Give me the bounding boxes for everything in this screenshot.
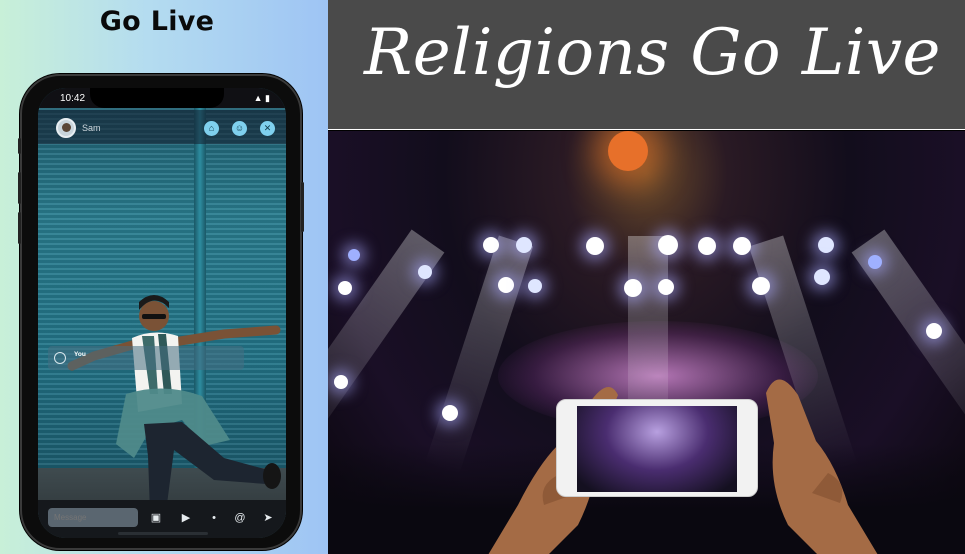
go-live-title: Go Live bbox=[99, 6, 215, 37]
host-name[interactable]: Sam bbox=[82, 123, 101, 133]
stage-light bbox=[698, 237, 716, 255]
stage-light bbox=[338, 281, 352, 295]
commenter-name: You bbox=[74, 351, 86, 358]
close-icon[interactable]: ✕ bbox=[260, 121, 275, 136]
stage-light bbox=[348, 249, 360, 261]
mic-icon[interactable]: • bbox=[206, 510, 222, 526]
go-live-panel: Go Live 10:42 ▲ ▮ Sam ⌂ ☺ ✕ You Message … bbox=[0, 0, 328, 554]
live-bottom-bar: ▣ ▶ • @ ➤ bbox=[38, 500, 286, 538]
stage-light bbox=[624, 279, 642, 297]
stage-light bbox=[483, 237, 499, 253]
stage-light bbox=[814, 269, 830, 285]
stage-light bbox=[752, 277, 770, 295]
stage-light bbox=[334, 375, 348, 389]
status-bar: 10:42 ▲ ▮ bbox=[38, 88, 286, 108]
message-input[interactable] bbox=[48, 508, 138, 527]
send-icon[interactable]: ➤ bbox=[260, 510, 276, 526]
shop-icon[interactable]: ⌂ bbox=[204, 121, 219, 136]
stage-light bbox=[516, 237, 532, 253]
stage-light bbox=[658, 235, 678, 255]
religions-go-live-title: Religions Go Live bbox=[364, 16, 941, 90]
stage-light bbox=[418, 265, 432, 279]
mention-icon[interactable]: @ bbox=[232, 510, 248, 526]
clock: 10:42 bbox=[60, 93, 86, 104]
host-avatar[interactable] bbox=[56, 118, 76, 138]
dancing-man-image bbox=[67, 295, 281, 525]
stage-light bbox=[818, 237, 834, 253]
title-banner: Religions Go Live bbox=[328, 0, 965, 130]
user-icon[interactable]: ☺ bbox=[232, 121, 247, 136]
phone-volume-up bbox=[18, 172, 21, 204]
video-icon[interactable]: ▶ bbox=[178, 510, 194, 526]
stage-light bbox=[528, 279, 542, 293]
smartphone-mockup: 10:42 ▲ ▮ Sam ⌂ ☺ ✕ You ▣ ▶ • bbox=[18, 74, 304, 550]
live-header: Sam ⌂ ☺ ✕ bbox=[38, 110, 286, 144]
signal-battery-icon: ▲ ▮ bbox=[253, 93, 270, 103]
live-comment: You bbox=[48, 346, 244, 370]
stage-light bbox=[926, 323, 942, 339]
phone-mute-switch bbox=[18, 138, 21, 154]
stage-light bbox=[586, 237, 604, 255]
commenter-avatar bbox=[54, 352, 66, 364]
concert-stage-image bbox=[328, 131, 965, 554]
phone-power-button bbox=[301, 182, 304, 232]
phone-volume-down bbox=[18, 212, 21, 244]
stage-light bbox=[658, 279, 674, 295]
home-indicator bbox=[118, 532, 208, 535]
stage-light bbox=[498, 277, 514, 293]
held-phone bbox=[556, 399, 758, 497]
stage-light bbox=[608, 131, 648, 171]
stage-light bbox=[868, 255, 882, 269]
stage-light bbox=[733, 237, 751, 255]
phone-notch bbox=[90, 88, 224, 108]
gift-icon[interactable]: ▣ bbox=[148, 510, 164, 526]
held-phone-screen bbox=[577, 406, 737, 492]
religions-go-live-panel: Religions Go Live bbox=[328, 0, 965, 554]
live-stream-screen: 10:42 ▲ ▮ Sam ⌂ ☺ ✕ You ▣ ▶ • bbox=[38, 88, 286, 538]
